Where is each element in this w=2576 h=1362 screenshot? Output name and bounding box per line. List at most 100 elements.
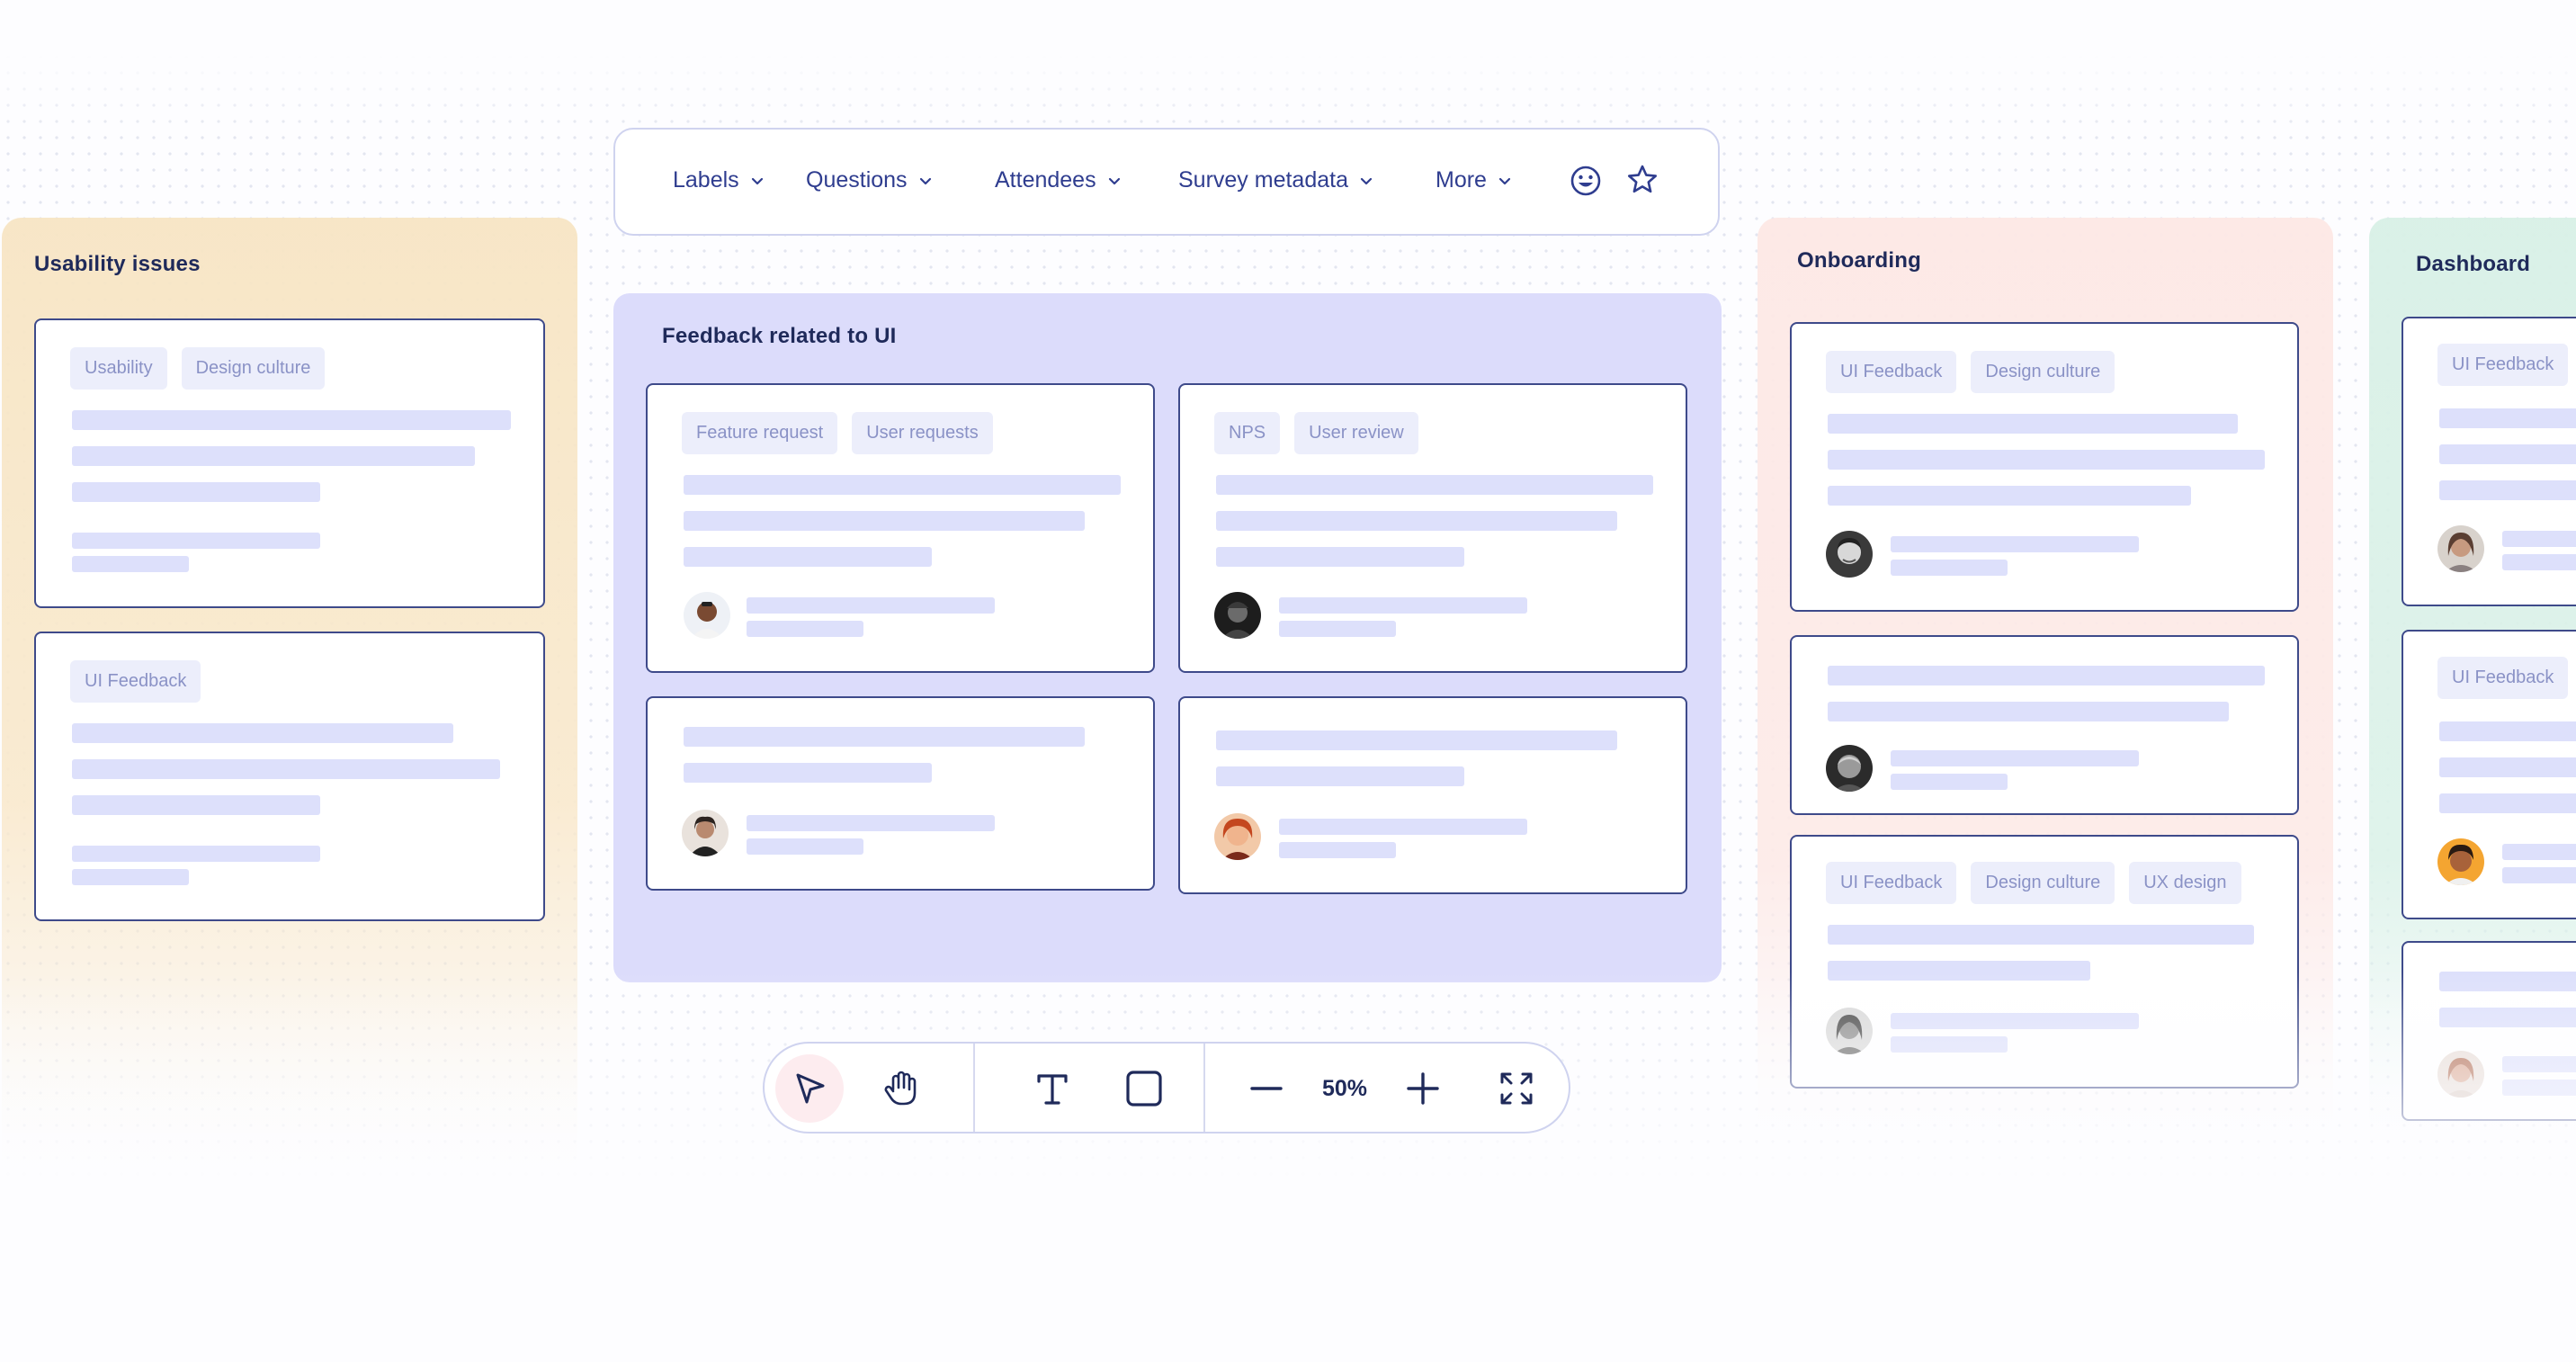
user-avatar — [1214, 813, 1261, 860]
tag[interactable]: NPS — [1214, 412, 1281, 454]
placeholder-line — [2439, 793, 2576, 813]
tag-list: UI Feedback Design culture UX design — [1826, 862, 2241, 904]
tag[interactable]: UI Feedback — [1826, 351, 1957, 393]
placeholder-line — [1828, 486, 2191, 506]
placeholder-line — [72, 482, 320, 502]
tag[interactable]: User requests — [852, 412, 993, 454]
placeholder-line — [2439, 1008, 2576, 1027]
placeholder-line — [1828, 702, 2229, 721]
placeholder-line — [1891, 1036, 2008, 1053]
placeholder-line — [2439, 757, 2576, 777]
menu-attendees[interactable]: Attendees — [995, 167, 1123, 193]
column-feedback-related-to-ui[interactable]: Feedback related to UI Feature request U… — [613, 293, 1722, 982]
placeholder-line — [1828, 666, 2265, 685]
placeholder-line — [72, 556, 189, 572]
user-avatar — [1214, 592, 1261, 639]
tag[interactable]: Design culture — [181, 347, 326, 390]
canvas-top-fade — [0, 0, 2576, 135]
tag[interactable]: Design culture — [1971, 862, 2115, 904]
placeholder-line — [2502, 867, 2576, 883]
chevron-down-icon — [751, 177, 763, 184]
placeholder-line — [1216, 475, 1653, 495]
tag[interactable]: UI Feedback — [70, 660, 201, 703]
canvas-toolbar: 50% — [763, 1042, 1570, 1134]
menu-label: Labels — [673, 167, 739, 193]
tag[interactable]: UX design — [2129, 862, 2241, 904]
feedback-card[interactable]: NPS User review — [1178, 383, 1687, 673]
feedback-card[interactable]: UI Feedback Design culture — [1790, 322, 2299, 612]
placeholder-line — [2502, 1056, 2576, 1072]
placeholder-line — [1279, 819, 1527, 835]
feedback-card[interactable]: UI Feedback — [2402, 317, 2576, 606]
column-usability-issues[interactable]: Usability issues Usability Design cultur… — [2, 218, 577, 1189]
feedback-card[interactable] — [646, 696, 1155, 891]
feedback-card[interactable]: UI Feedback — [34, 632, 545, 921]
user-avatar — [2437, 1051, 2484, 1098]
placeholder-line — [72, 795, 320, 815]
placeholder-line — [2439, 408, 2576, 428]
column-onboarding[interactable]: Onboarding UI Feedback Design culture UI… — [1758, 218, 2333, 1135]
placeholder-line — [1216, 547, 1464, 567]
star-icon[interactable] — [1624, 162, 1660, 198]
placeholder-line — [747, 838, 863, 855]
hand-tool-button[interactable] — [867, 1054, 935, 1123]
placeholder-line — [747, 597, 995, 614]
placeholder-line — [72, 446, 475, 466]
expand-icon — [1500, 1072, 1533, 1105]
placeholder-line — [2502, 844, 2576, 860]
feedback-card[interactable] — [1178, 696, 1687, 894]
menu-label: Survey metadata — [1178, 167, 1348, 193]
shape-tool-button[interactable] — [1110, 1054, 1178, 1123]
placeholder-line — [684, 475, 1121, 495]
placeholder-line — [72, 723, 453, 743]
tag-list: UI Feedback — [2437, 344, 2569, 386]
tag-list: Usability Design culture — [70, 347, 326, 390]
feedback-card[interactable]: Feature request User requests — [646, 383, 1155, 673]
placeholder-line — [1828, 925, 2254, 945]
tag[interactable]: Design culture — [1971, 351, 2115, 393]
tag[interactable]: UI Feedback — [2437, 344, 2569, 386]
menu-survey-metadata[interactable]: Survey metadata — [1178, 167, 1375, 193]
feedback-card[interactable]: Usability Design culture — [34, 318, 545, 608]
feedback-card[interactable] — [1790, 635, 2299, 815]
menu-questions[interactable]: Questions — [806, 167, 935, 193]
placeholder-line — [1891, 536, 2139, 552]
feedback-card[interactable]: UI Feedback Design culture UX design — [1790, 835, 2299, 1089]
fit-screen-button[interactable] — [1482, 1054, 1551, 1123]
placeholder-line — [72, 869, 189, 885]
placeholder-line — [1216, 730, 1617, 750]
menu-labels[interactable]: Labels — [673, 167, 766, 193]
zoom-in-button[interactable] — [1389, 1054, 1457, 1123]
placeholder-line — [72, 846, 320, 862]
zoom-out-button[interactable] — [1232, 1054, 1301, 1123]
placeholder-line — [684, 763, 932, 783]
user-avatar — [1826, 1008, 1873, 1054]
placeholder-line — [1828, 450, 2265, 470]
smiley-icon[interactable] — [1569, 164, 1603, 198]
user-avatar — [2437, 838, 2484, 885]
column-title: Dashboard — [2416, 252, 2531, 276]
select-tool-button[interactable] — [775, 1054, 844, 1123]
placeholder-line — [684, 547, 932, 567]
text-tool-button[interactable] — [1018, 1054, 1087, 1123]
column-dashboard[interactable]: Dashboard UI Feedback UI Feedback — [2369, 218, 2576, 1135]
filter-menu-bar: Labels Questions Attendees Survey metada… — [613, 128, 1720, 236]
tag[interactable]: Usability — [70, 347, 167, 390]
chevron-down-icon — [1498, 177, 1511, 184]
cursor-arrow-icon — [796, 1073, 825, 1104]
tag[interactable]: UI Feedback — [2437, 657, 2569, 699]
placeholder-line — [747, 815, 995, 831]
menu-label: Questions — [806, 167, 908, 193]
user-avatar — [684, 592, 730, 639]
menu-more[interactable]: More — [1436, 167, 1514, 193]
placeholder-line — [72, 410, 511, 430]
minus-icon — [1250, 1087, 1283, 1090]
user-avatar — [682, 810, 729, 856]
column-title: Onboarding — [1797, 248, 1921, 273]
column-title: Usability issues — [34, 252, 201, 276]
tag[interactable]: User review — [1294, 412, 1418, 454]
tag[interactable]: UI Feedback — [1826, 862, 1957, 904]
feedback-card[interactable]: UI Feedback — [2402, 630, 2576, 919]
tag[interactable]: Feature request — [682, 412, 838, 454]
feedback-card[interactable] — [2402, 941, 2576, 1121]
